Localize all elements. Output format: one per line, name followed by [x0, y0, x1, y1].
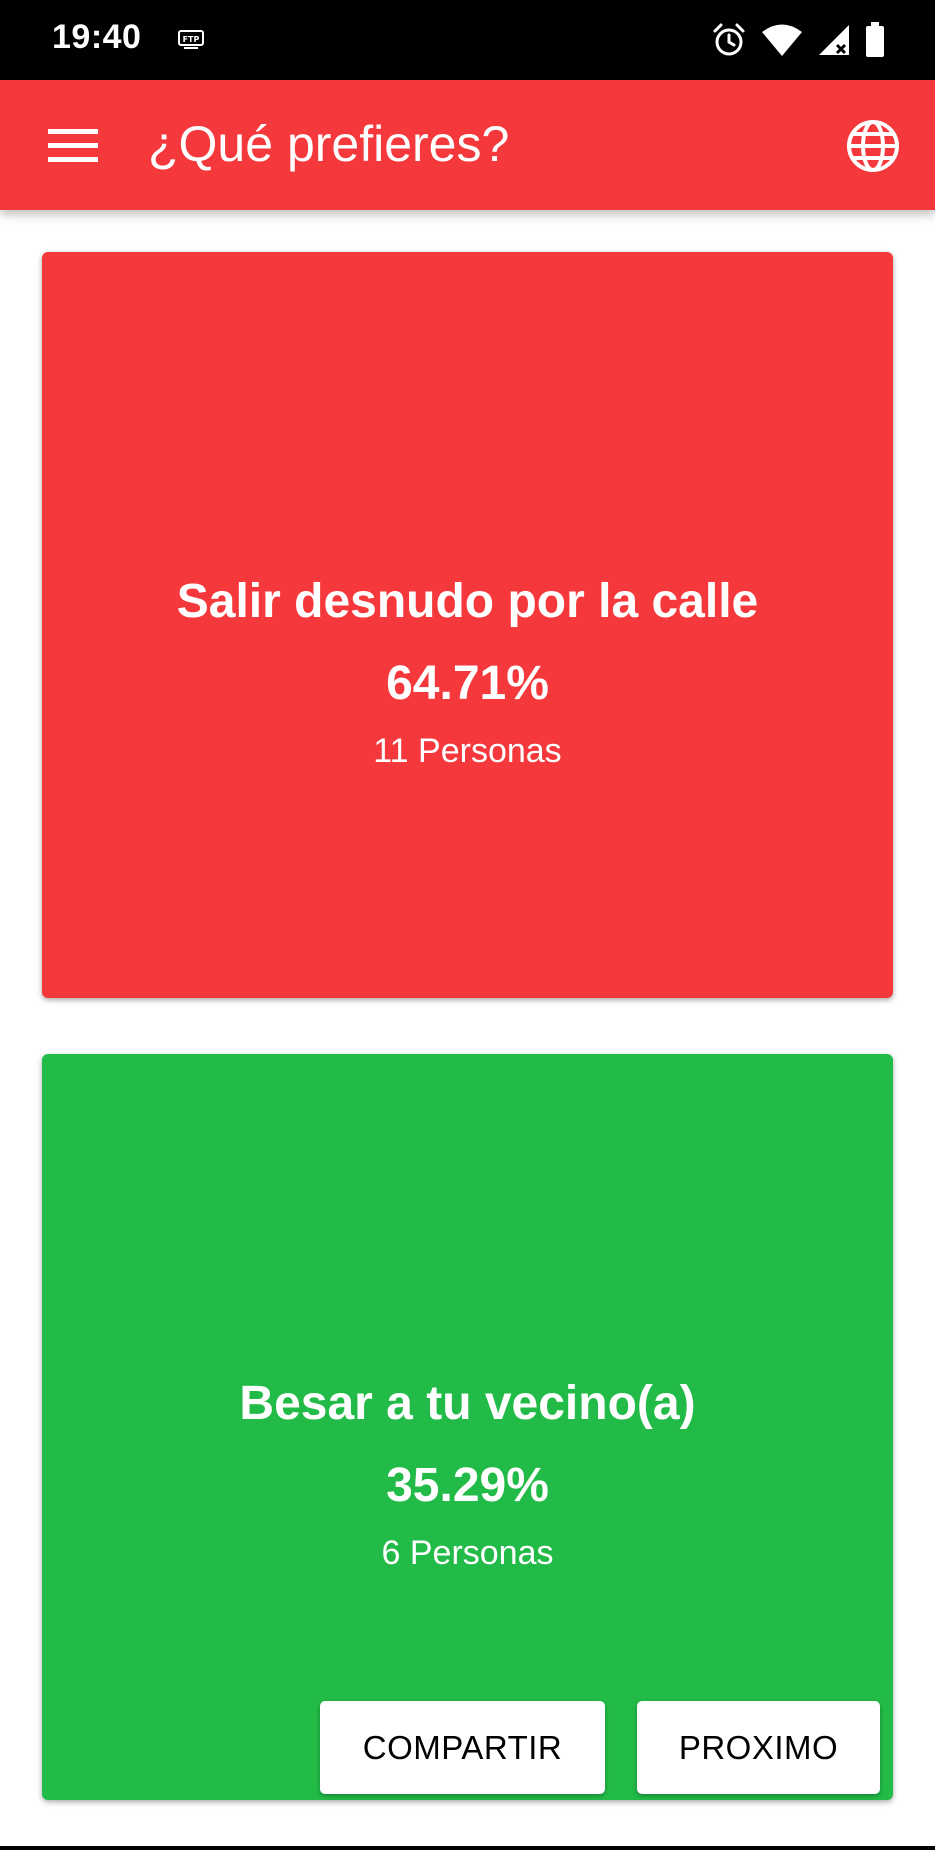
option-1-text: Salir desnudo por la calle — [176, 575, 759, 628]
status-bar: 19:40 FTP — [0, 0, 935, 80]
screen: 19:40 FTP ¿Qué prefieres? Salir desnudo … — [0, 0, 935, 1850]
option-1-percent: 64.71% — [386, 657, 549, 710]
option-card-2-content: Besar a tu vecino(a) 35.29% 6 Personas — [42, 1376, 893, 1574]
app-title: ¿Qué prefieres? — [148, 116, 510, 172]
option-2-text: Besar a tu vecino(a) — [239, 1377, 696, 1430]
globe-icon — [847, 120, 899, 172]
menu-icon — [48, 129, 98, 162]
ftp-icon: FTP — [178, 30, 204, 49]
bottom-divider — [0, 1846, 935, 1850]
option-card-1-content: Salir desnudo por la calle 64.71% 11 Per… — [42, 574, 893, 772]
option-card-2[interactable]: Besar a tu vecino(a) 35.29% 6 Personas — [42, 1054, 893, 1800]
status-time: 19:40 — [52, 18, 142, 56]
option-card-1[interactable]: Salir desnudo por la calle 64.71% 11 Per… — [42, 252, 893, 998]
option-2-percent: 35.29% — [386, 1459, 549, 1512]
menu-button[interactable] — [38, 112, 108, 178]
battery-icon — [866, 22, 884, 57]
next-button[interactable]: PROXIMO — [637, 1701, 880, 1794]
wifi-icon — [762, 24, 802, 56]
language-button[interactable] — [841, 114, 905, 178]
share-button[interactable]: COMPARTIR — [320, 1701, 605, 1794]
signal-icon — [819, 25, 849, 55]
alarm-icon — [713, 23, 745, 56]
svg-text:FTP: FTP — [183, 35, 200, 44]
app-bar: ¿Qué prefieres? — [0, 80, 935, 210]
option-2-count: 6 Personas — [381, 1534, 554, 1572]
status-icons — [711, 20, 885, 60]
option-1-count: 11 Personas — [373, 732, 562, 770]
